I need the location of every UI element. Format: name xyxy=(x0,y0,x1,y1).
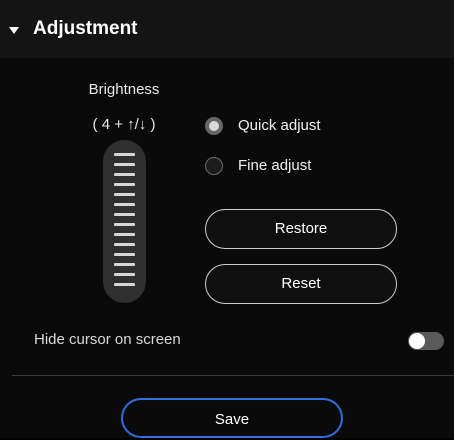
slider-tick xyxy=(114,193,135,196)
slider-tick xyxy=(114,173,135,176)
toggle-knob[interactable] xyxy=(409,333,425,349)
divider xyxy=(12,375,454,376)
quick-adjust-label: Quick adjust xyxy=(238,117,321,134)
hide-cursor-toggle[interactable] xyxy=(408,332,444,350)
slider-tick xyxy=(114,223,135,226)
radio-selected-icon[interactable] xyxy=(205,117,223,135)
caret-down-icon[interactable] xyxy=(9,27,19,34)
reset-button[interactable]: Reset xyxy=(205,264,397,304)
quick-adjust-option[interactable]: Quick adjust xyxy=(205,116,365,136)
slider-tick xyxy=(114,213,135,216)
fine-adjust-label: Fine adjust xyxy=(238,157,312,174)
brightness-label: Brightness xyxy=(88,81,160,98)
slider-tick xyxy=(114,203,135,206)
slider-tick xyxy=(114,163,135,166)
slider-tick xyxy=(114,153,135,156)
fine-adjust-option[interactable]: Fine adjust xyxy=(205,156,365,176)
adjustment-header[interactable]: Adjustment xyxy=(0,0,454,58)
slider-tick xyxy=(114,253,135,256)
restore-button[interactable]: Restore xyxy=(205,209,397,249)
save-button[interactable]: Save xyxy=(121,398,343,438)
radio-unselected-icon[interactable] xyxy=(205,157,223,175)
slider-tick xyxy=(114,183,135,186)
hide-cursor-label: Hide cursor on screen xyxy=(34,331,181,348)
brightness-shortcut-hint: ( 4 + ↑/↓ ) xyxy=(92,116,156,133)
slider-tick xyxy=(114,273,135,276)
slider-tick xyxy=(114,283,135,286)
brightness-slider[interactable] xyxy=(103,140,146,303)
slider-tick xyxy=(114,233,135,236)
section-title: Adjustment xyxy=(33,18,138,39)
slider-tick xyxy=(114,263,135,266)
slider-tick xyxy=(114,243,135,246)
